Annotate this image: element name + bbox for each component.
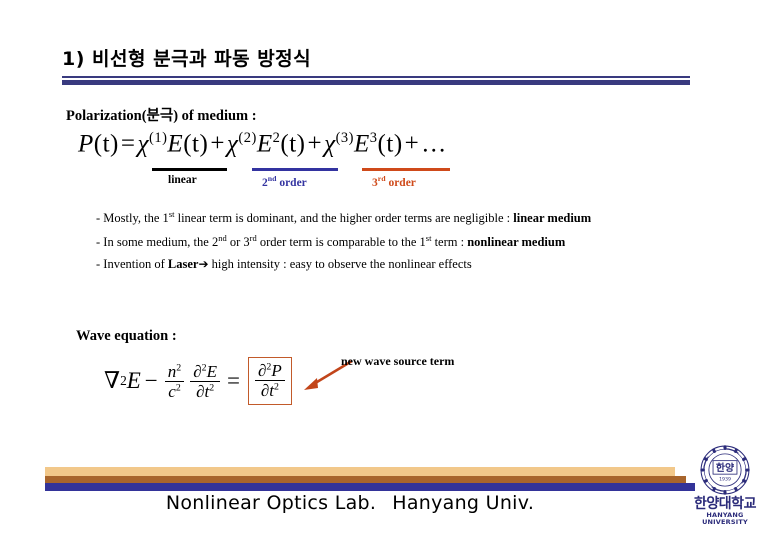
linear-underline xyxy=(152,168,227,171)
source-term-annotation: new wave source term xyxy=(341,354,455,368)
field-2-arg: (t) xyxy=(280,130,306,158)
page-title: 1) 비선형 분극과 파동 방정식 xyxy=(62,48,312,70)
equation-ellipsis: … xyxy=(421,130,447,158)
t-superscript: 2 xyxy=(209,381,215,393)
chi-1-superscript: (1) xyxy=(149,130,168,146)
bullet-text-post: high intensity : easy to observe the non… xyxy=(208,257,472,271)
equals-operator: = xyxy=(227,368,240,394)
equation-lhs-arg: (t) xyxy=(93,130,119,158)
third-order-word: order xyxy=(385,176,416,189)
bullet-text-pre: In some medium, the 2 xyxy=(103,235,219,250)
E-symbol: E xyxy=(206,361,217,381)
bullet-emphasis: linear medium xyxy=(513,211,592,226)
footer-university-name: Hanyang Univ. xyxy=(392,492,535,514)
second-derivative-E-fraction: ∂2E ∂t2 xyxy=(190,362,220,401)
bullet-item: - Mostly, the 1st linear term is dominan… xyxy=(96,209,591,226)
minus-operator: − xyxy=(144,368,158,394)
fraction-denominator: c2 xyxy=(165,382,184,401)
bullet-text-mid: or 3 xyxy=(226,235,250,250)
third-order-suffix: rd xyxy=(377,174,386,183)
nabla-superscript: 2 xyxy=(120,373,127,389)
bullet-text-mid-2: order term is comparable to the 1 xyxy=(256,235,426,250)
fraction-denominator: ∂t2 xyxy=(258,381,282,400)
fraction-numerator: ∂2P xyxy=(254,361,285,382)
wave-equation: ∇ 2 E − n2 c2 ∂2E ∂t2 = ∂2P ∂t2 xyxy=(104,357,292,406)
bullet-text-mid: linear term is dominant, and the higher … xyxy=(174,211,514,226)
bullet-ordinal-suffix-2: rd xyxy=(249,233,257,243)
wave-field: E xyxy=(126,368,141,394)
fraction-numerator: n2 xyxy=(164,361,185,382)
partial-symbol: ∂ xyxy=(193,361,202,381)
field-1: E xyxy=(167,130,184,158)
bullet-item: - Invention of Laser➔ high intensity : e… xyxy=(96,257,472,272)
footer-bar-tan xyxy=(45,467,675,476)
right-arrow-icon: ➔ xyxy=(198,257,209,271)
linear-order-label: linear xyxy=(168,174,197,186)
field-3-superscript: 3 xyxy=(369,130,378,146)
third-order-label: 3rd order xyxy=(372,174,416,189)
field-3: E xyxy=(354,130,370,158)
title-rule-thin xyxy=(62,76,690,78)
fraction-denominator: ∂t2 xyxy=(193,382,217,401)
linear-order-label-text: linear xyxy=(168,174,197,186)
bullet-emphasis: nonlinear medium xyxy=(467,235,566,250)
footer-lab-name: Nonlinear Optics Lab. xyxy=(165,492,377,514)
field-1-arg: (t) xyxy=(183,130,209,158)
second-order-word: order xyxy=(276,176,307,189)
equation-equals: = xyxy=(120,130,136,158)
university-logo: 한양 1939 한양대학교 HANYANG UNIVERSITY xyxy=(688,444,762,528)
polarization-equation: P(t)=χ(1)E(t)+χ(2)E2(t)+χ(3)E3(t)+… xyxy=(78,130,447,158)
chi-2-superscript: (2) xyxy=(238,130,257,146)
footer-bar-navy xyxy=(45,483,695,491)
footer-text: Nonlinear Optics Lab. Hanyang Univ. xyxy=(0,492,700,514)
chi-3: χ xyxy=(324,130,336,158)
P-symbol: P xyxy=(271,361,282,380)
university-seal-icon: 한양 1939 xyxy=(700,445,750,495)
bullet-emphasis: Laser xyxy=(167,257,199,271)
equation-lhs: P xyxy=(78,130,94,158)
second-order-label: 2nd order xyxy=(262,174,307,189)
t-superscript: 2 xyxy=(273,381,279,393)
bullet-item: - In some medium, the 2nd or 3rd order t… xyxy=(96,233,565,250)
footer-bar-bronze xyxy=(45,476,686,483)
bullet-ordinal-suffix: nd xyxy=(218,233,227,243)
chi-2: χ xyxy=(226,130,239,158)
c-superscript: 2 xyxy=(175,381,181,393)
c-symbol: c xyxy=(168,381,176,401)
field-3-arg: (t) xyxy=(377,130,403,158)
wave-equation-heading: Wave equation : xyxy=(76,328,177,344)
fraction-numerator: ∂2E xyxy=(190,362,220,382)
chi-1: χ xyxy=(137,130,149,158)
chi-3-superscript: (3) xyxy=(335,130,355,146)
university-name-english: HANYANG UNIVERSITY xyxy=(702,510,748,526)
plus-2: + xyxy=(307,130,323,158)
nabla-symbol: ∇ xyxy=(104,368,121,394)
bullet-text-mid-3: term : xyxy=(431,235,468,250)
plus-1: + xyxy=(210,130,225,158)
seal-center-text: 한양 xyxy=(716,462,734,474)
university-name-korean: 한양대학교 xyxy=(694,496,756,512)
polarization-heading: Polarization(분극) of medium : xyxy=(66,108,257,124)
index-over-speed-fraction: n2 c2 xyxy=(164,361,185,401)
title-rule-thick xyxy=(62,80,690,85)
n-superscript: 2 xyxy=(176,361,182,373)
source-term-box: ∂2P ∂t2 xyxy=(247,357,292,406)
seal-year-text: 1939 xyxy=(719,476,731,482)
bullet-text-pre: Invention of xyxy=(103,257,168,271)
plus-3: + xyxy=(404,130,420,158)
second-order-underline xyxy=(252,168,338,171)
second-derivative-P-fraction: ∂2P ∂t2 xyxy=(254,361,285,400)
bullet-text-pre: Mostly, the 1 xyxy=(103,211,169,226)
field-2: E xyxy=(256,130,273,158)
partial-symbol: ∂ xyxy=(260,381,270,401)
third-order-underline xyxy=(362,168,450,171)
